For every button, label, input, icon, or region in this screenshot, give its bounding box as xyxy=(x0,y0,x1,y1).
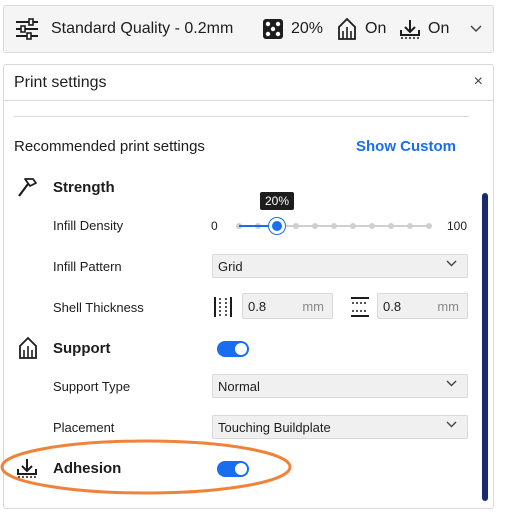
support-type-label: Support Type xyxy=(53,379,131,394)
topbottom-thickness-unit: mm xyxy=(437,299,459,314)
recommended-settings-label: Recommended print settings xyxy=(14,138,205,155)
support-type-value: Normal xyxy=(218,379,260,394)
support-icon xyxy=(335,6,359,52)
close-icon[interactable]: × xyxy=(474,73,483,91)
adhesion-title: Adhesion xyxy=(53,460,122,477)
chevron-down-icon[interactable] xyxy=(470,6,482,52)
infill-density-label: Infill Density xyxy=(53,218,124,233)
topbottom-thickness-value: 0.8 xyxy=(383,299,402,314)
strength-title: Strength xyxy=(53,179,115,196)
divider xyxy=(4,100,493,101)
topbottom-thickness-field[interactable]: 0.8 mm xyxy=(377,293,468,319)
adhesion-icon xyxy=(16,457,40,481)
print-settings-panel: Print settings × Recommended print setti… xyxy=(3,64,494,509)
panel-title: Print settings xyxy=(14,74,107,91)
adhesion-toggle[interactable] xyxy=(217,461,249,477)
adhesion-summary: On xyxy=(428,20,450,37)
slider-step-dot xyxy=(350,223,356,229)
infill-icon xyxy=(262,6,284,52)
adhesion-icon xyxy=(399,6,421,52)
slider-min-label: 0 xyxy=(211,219,218,233)
chevron-down-icon xyxy=(446,260,457,267)
wall-thickness-unit: mm xyxy=(302,299,324,314)
slider-step-dot xyxy=(312,223,318,229)
slider-step-dot xyxy=(388,223,394,229)
infill-summary: 20% xyxy=(291,20,324,37)
divider xyxy=(14,116,469,117)
infill-density-tooltip: 20% xyxy=(260,192,294,210)
hammer-icon xyxy=(16,176,40,200)
placement-value: Touching Buildplate xyxy=(218,420,331,435)
slider-step-dot xyxy=(426,223,432,229)
slider-max-label: 100 xyxy=(447,219,468,233)
settings-sliders-icon xyxy=(14,6,40,52)
infill-pattern-value: Grid xyxy=(218,259,243,274)
show-custom-button[interactable]: Show Custom xyxy=(356,138,456,155)
slider-step-dot xyxy=(331,223,337,229)
shell-thickness-label: Shell Thickness xyxy=(53,300,144,315)
wall-thickness-value: 0.8 xyxy=(248,299,267,314)
chevron-down-icon xyxy=(446,421,457,428)
slider-step-dot xyxy=(369,223,375,229)
wall-thickness-field[interactable]: 0.8 mm xyxy=(242,293,333,319)
chevron-down-icon xyxy=(446,380,457,387)
scrollbar-thumb[interactable] xyxy=(482,193,488,501)
slider-step-dot xyxy=(407,223,413,229)
wall-thickness-icon xyxy=(212,294,234,320)
support-summary: On xyxy=(365,20,387,37)
slider-step-dot xyxy=(293,223,299,229)
support-icon xyxy=(16,336,40,360)
infill-density-handle[interactable] xyxy=(269,218,285,234)
placement-select[interactable]: Touching Buildplate xyxy=(212,415,468,439)
placement-label: Placement xyxy=(53,420,115,435)
topbottom-thickness-icon xyxy=(349,295,371,319)
infill-pattern-label: Infill Pattern xyxy=(53,259,122,274)
infill-pattern-select[interactable]: Grid xyxy=(212,254,468,278)
support-type-select[interactable]: Normal xyxy=(212,374,468,398)
quality-profile-label[interactable]: Standard Quality - 0.2mm xyxy=(51,20,233,38)
print-setup-header[interactable]: Standard Quality - 0.2mm 20% On On xyxy=(3,5,494,53)
support-toggle[interactable] xyxy=(217,341,249,357)
support-title: Support xyxy=(53,340,111,357)
